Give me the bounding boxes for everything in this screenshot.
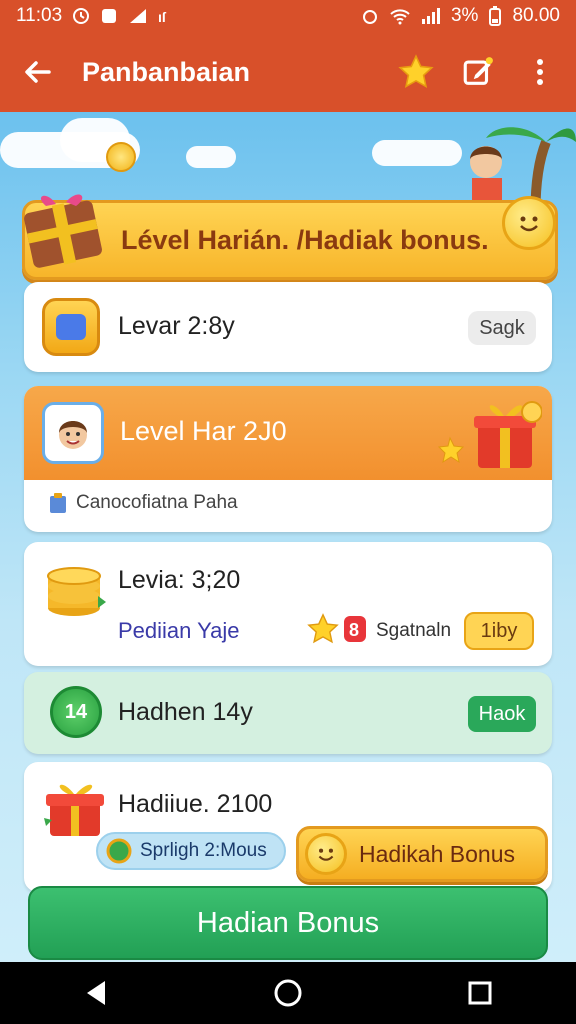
- square-recents-icon: [468, 981, 492, 1005]
- data-icon: ıſ: [158, 9, 167, 25]
- level-header-subtitle: Canocofiatna Paha: [76, 492, 238, 513]
- battery-icon: [489, 6, 502, 26]
- alarm-icon: [73, 8, 90, 24]
- green-card-title: Hadhen 14y: [118, 698, 253, 726]
- cloud: [186, 146, 236, 168]
- svg-text:8: 8: [349, 620, 359, 640]
- star-icon: [307, 613, 339, 644]
- star-icon: [398, 54, 434, 88]
- app-bar: Panbanbaian: [0, 32, 576, 112]
- cell-signal-icon: [421, 8, 440, 24]
- level-header-sub: Canocofiatna Paha: [48, 492, 238, 514]
- level-day-title: Levar 2:8y: [118, 312, 235, 340]
- smiley-coin-icon: [305, 833, 347, 875]
- back-button[interactable]: [14, 48, 62, 96]
- hadian-bonus-button[interactable]: Hadian Bonus: [28, 886, 548, 960]
- level-header-title: Level Har 2J0: [120, 416, 287, 446]
- favorite-button[interactable]: [394, 50, 438, 94]
- status-time: 11:03: [16, 5, 63, 26]
- coins-card[interactable]: Levia: 3;20 Pediian Yaje 8 Sgatnaln 1iby: [24, 542, 552, 666]
- alarm-clock-icon: [362, 10, 377, 24]
- circle-home-icon: [274, 979, 302, 1007]
- level-header-card: Level Har 2J0 Canocofiatna Paha: [24, 386, 552, 532]
- gift-card-chip[interactable]: Sprligh 2:Mous: [96, 832, 286, 870]
- coins-card-title: Levia: 3;20: [118, 566, 241, 594]
- day-badge-icon: 14: [50, 686, 102, 738]
- coins-card-status: Sgatnaln: [376, 620, 452, 641]
- more-menu-button[interactable]: [518, 50, 562, 94]
- nav-home-button[interactable]: [258, 968, 318, 1018]
- level-badge-icon: [42, 298, 100, 356]
- green-coin-icon: [106, 838, 132, 864]
- edit-icon: [463, 57, 493, 85]
- hadikah-bonus-label: Hadikah Bonus: [359, 840, 515, 867]
- coins-card-link[interactable]: Pediian Yaje: [118, 618, 240, 644]
- edit-button[interactable]: [456, 50, 500, 94]
- green-card-button[interactable]: Haok: [468, 696, 536, 732]
- page-title: Panbanbaian: [82, 56, 251, 87]
- arrow-left-icon: [25, 61, 51, 83]
- notification-icon: [102, 9, 117, 23]
- level-header: Level Har 2J0: [24, 386, 552, 480]
- avatar: [42, 402, 104, 464]
- level-day-card[interactable]: Levar 2:8y Sagk: [24, 282, 552, 372]
- more-vertical-icon: [537, 59, 543, 85]
- nav-back-button[interactable]: [66, 968, 126, 1018]
- banner-title: Lével Harián. /Hadiak bonus.: [121, 224, 489, 255]
- system-nav-bar: [0, 962, 576, 1024]
- badge-number-icon: 8: [344, 616, 366, 642]
- clipboard-icon: [50, 493, 66, 513]
- gift-coins-icon: [437, 401, 542, 468]
- coin-icon: [106, 142, 136, 172]
- nav-recents-button[interactable]: [450, 968, 510, 1018]
- triangle-back-icon: [87, 981, 105, 1005]
- wifi-icon: [390, 9, 410, 25]
- signal-small-icon: [130, 9, 147, 23]
- gift-icon: [44, 784, 104, 836]
- gift-card-chip-label: Sprligh 2:Mous: [140, 840, 267, 861]
- smiley-coin-icon: [502, 196, 556, 250]
- gift-box-icon: [24, 194, 102, 268]
- coin-stack-icon: [47, 567, 106, 616]
- level-day-pill[interactable]: Sagk: [468, 311, 536, 345]
- gift-card-title: Hadiiue. 2100: [118, 790, 273, 818]
- svg-text:ıſ: ıſ: [158, 9, 167, 25]
- hadian-bonus-label: Hadian Bonus: [196, 906, 380, 939]
- hadikah-bonus-button[interactable]: Hadikah Bonus: [296, 826, 548, 882]
- status-bar: 11:03 ıſ 3% 80.00: [0, 0, 576, 32]
- coins-card-pill[interactable]: 1iby: [464, 612, 534, 650]
- green-reward-card[interactable]: 14 Hadhen 14y Haok: [24, 672, 552, 754]
- battery-percent: 3%: [450, 5, 479, 26]
- status-clock-right: 80.00: [512, 5, 560, 26]
